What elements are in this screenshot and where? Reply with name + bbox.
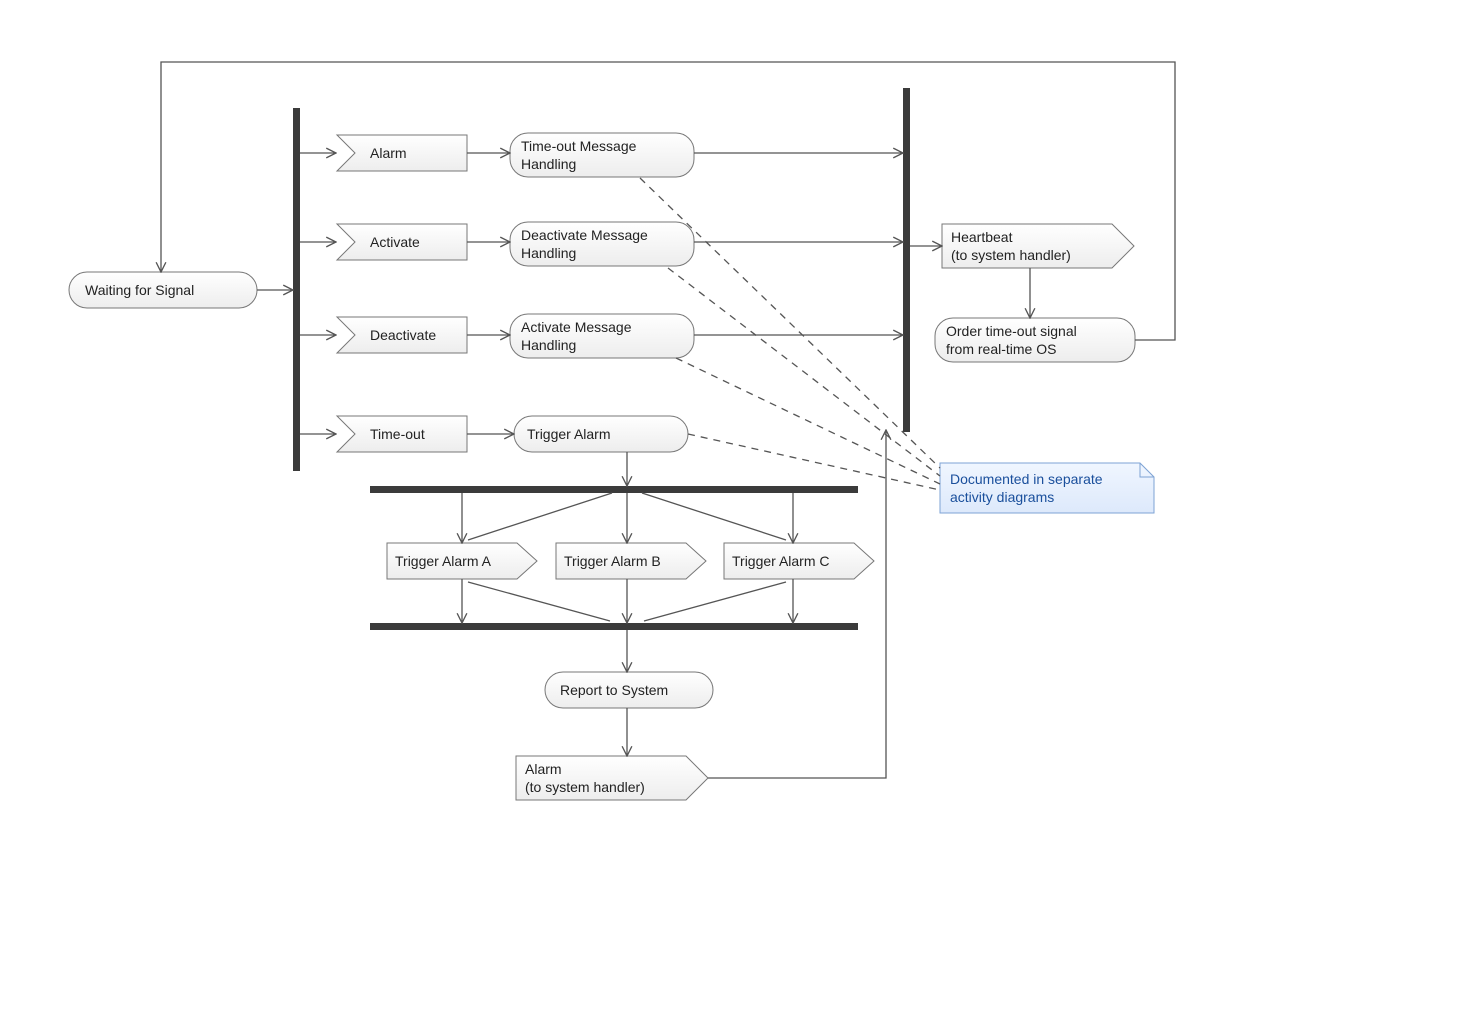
order-timeout-l1: Order time-out signal (946, 323, 1077, 339)
waiting-label: Waiting for Signal (85, 282, 194, 298)
alarm-handler-l1: Alarm (525, 761, 562, 777)
trigger-b-label: Trigger Alarm B (564, 553, 661, 569)
signal-deactivate-label: Deactivate (370, 327, 436, 343)
alarm-handler-l2: (to system handler) (525, 779, 645, 795)
note-l2: activity diagrams (950, 489, 1054, 505)
activity-trigger-alarm: Trigger Alarm (514, 416, 688, 452)
order-timeout-l2: from real-time OS (946, 341, 1056, 357)
send-trigger-alarm-c: Trigger Alarm C (724, 543, 874, 579)
signal-activate-label: Activate (370, 234, 420, 250)
timeout-handling-l2: Handling (521, 156, 576, 172)
deact-handling-l2: Handling (521, 245, 576, 261)
fork-bar-left (293, 108, 300, 471)
note-l1: Documented in separate (950, 471, 1103, 487)
act-handling-l1: Activate Message (521, 319, 632, 335)
trigger-a-label: Trigger Alarm A (395, 553, 492, 569)
activity-timeout-handling: Time-out Message Handling (510, 133, 694, 177)
fork-bar-horiz-top (370, 486, 858, 493)
signal-alarm-label: Alarm (370, 145, 407, 161)
trigger-c-label: Trigger Alarm C (732, 553, 830, 569)
report-label: Report to System (560, 682, 668, 698)
join-bar-right (903, 88, 910, 432)
signal-deactivate: Deactivate (337, 317, 467, 353)
note-documented: Documented in separate activity diagrams (940, 463, 1154, 513)
signal-alarm: Alarm (337, 135, 467, 171)
activity-report-to-system: Report to System (545, 672, 713, 708)
signal-timeout-label: Time-out (370, 426, 425, 442)
timeout-handling-l1: Time-out Message (521, 138, 637, 154)
signal-timeout: Time-out (337, 416, 467, 452)
activity-diagram: Waiting for Signal Alarm Activate Deacti… (0, 0, 1466, 1034)
activity-order-timeout: Order time-out signal from real-time OS (935, 318, 1135, 362)
activity-waiting-for-signal: Waiting for Signal (69, 272, 257, 308)
send-trigger-alarm-b: Trigger Alarm B (556, 543, 706, 579)
heartbeat-l2: (to system handler) (951, 247, 1071, 263)
trigger-alarm-label: Trigger Alarm (527, 426, 611, 442)
send-heartbeat: Heartbeat (to system handler) (942, 224, 1134, 268)
deact-handling-l1: Deactivate Message (521, 227, 648, 243)
send-trigger-alarm-a: Trigger Alarm A (387, 543, 537, 579)
signal-activate: Activate (337, 224, 467, 260)
join-bar-horiz-bottom (370, 623, 858, 630)
activity-activate-handling: Activate Message Handling (510, 314, 694, 358)
act-handling-l2: Handling (521, 337, 576, 353)
send-alarm-to-handler: Alarm (to system handler) (516, 756, 708, 800)
activity-deactivate-handling: Deactivate Message Handling (510, 222, 694, 266)
heartbeat-l1: Heartbeat (951, 229, 1013, 245)
